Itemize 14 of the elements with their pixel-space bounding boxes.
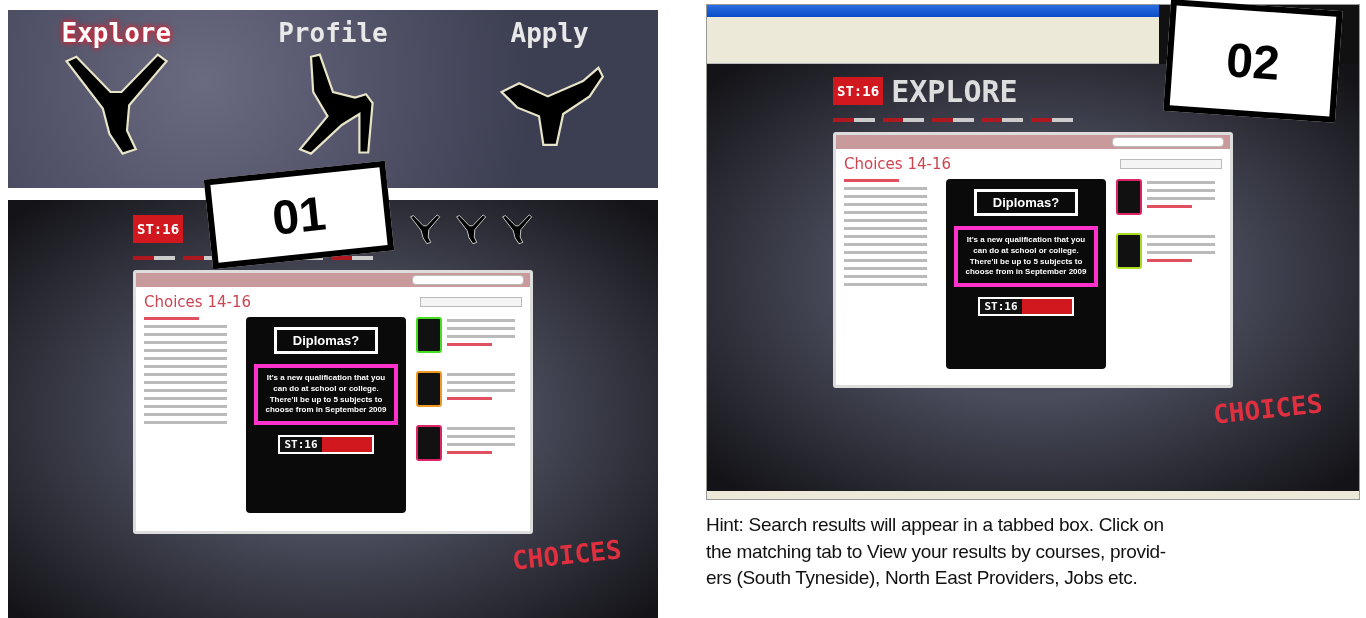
choices-graffiti: CHOICES <box>1212 388 1325 430</box>
poster-text: It's a new qualification that you can do at school or college. There'll be up to 5 subjects to choose from in September 2009 <box>254 364 398 426</box>
poster-heading: Diplomas? <box>973 189 1079 216</box>
site-heading: EXPLORE <box>891 73 1018 109</box>
page-title: Choices 14-16 <box>844 155 951 173</box>
callout-number: 02 <box>1224 31 1282 91</box>
page-title: Choices 14-16 <box>144 293 251 311</box>
poster-text: It's a new qualification that you can do at school or college. There'll be up to 5 subjects to choose from in September 2009 <box>954 226 1098 288</box>
hint-text: Hint: Search results will appear in a tabbed box. Click on the matching tab to View your results by courses, provid- ers (South Tyneside), North East Providers, Jobs etc. <box>706 513 1167 591</box>
callout-number: 01 <box>269 184 329 246</box>
poster-logo: ST:16 <box>980 299 1022 315</box>
poster-heading: Diplomas? <box>273 327 379 354</box>
choices-graffiti: CHOICES <box>511 534 624 576</box>
poster-logo: ST:16 <box>280 437 322 453</box>
